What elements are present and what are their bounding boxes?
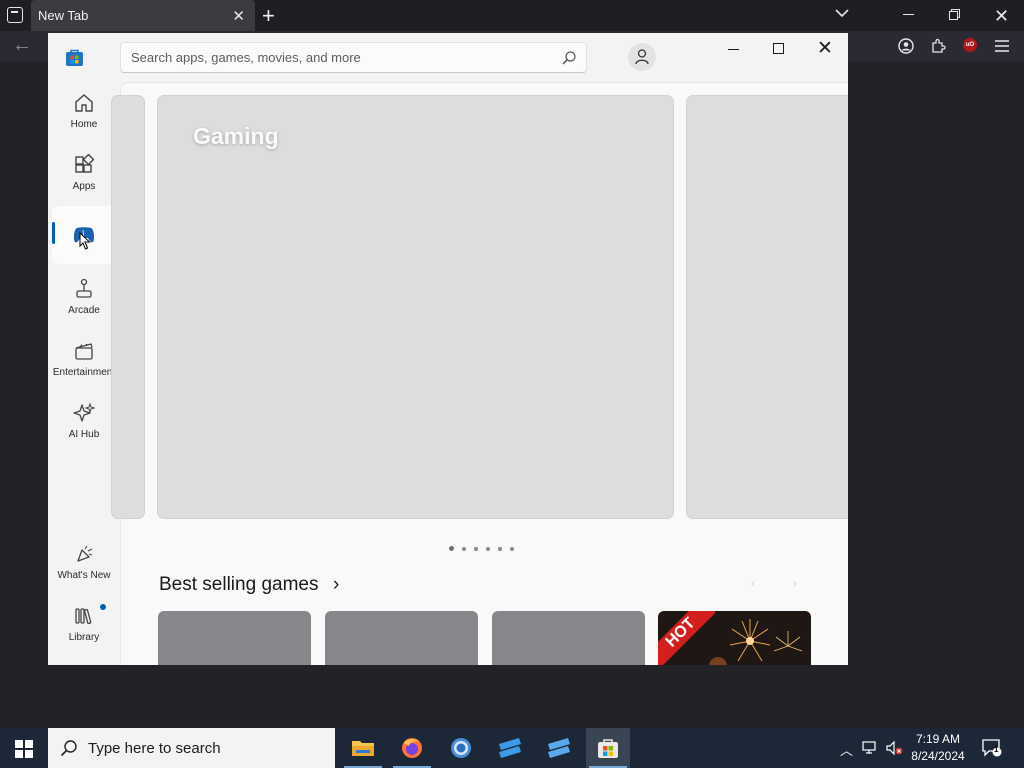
file-explorer-button[interactable]	[341, 728, 385, 768]
hero-card-previous[interactable]	[111, 95, 145, 519]
chrome-icon	[451, 738, 471, 758]
back-arrow-icon[interactable]: ←	[12, 34, 32, 57]
microsoft-store-logo-icon	[66, 49, 83, 66]
taskbar-clock[interactable]: 7:19 AM 8/24/2024	[908, 731, 968, 765]
microsoft-store-taskbar-button[interactable]	[586, 728, 630, 768]
store-close-button[interactable]: ✕	[817, 37, 833, 60]
clapperboard-icon	[75, 343, 93, 360]
file-explorer-icon	[352, 741, 374, 756]
sidebar-item-label: What's New	[57, 570, 111, 581]
sidebar-item-label: Apps	[72, 181, 96, 192]
taskbar-search-box[interactable]: Type here to search	[48, 728, 335, 768]
sidebar-item-label: Library	[68, 632, 100, 643]
game-card[interactable]	[158, 611, 311, 665]
home-icon	[75, 94, 93, 112]
network-icon[interactable]	[862, 741, 878, 755]
carousel-dot[interactable]	[462, 547, 466, 551]
sparkle-icon	[73, 402, 95, 422]
account-icon[interactable]	[898, 38, 914, 54]
notification-center-button[interactable]: 1	[982, 739, 1002, 757]
search-icon	[60, 740, 77, 757]
firefox-button[interactable]	[390, 728, 434, 768]
sidebar-item-ai-hub[interactable]: AI Hub	[52, 393, 116, 451]
carousel-dot[interactable]	[474, 547, 478, 551]
windows-start-icon[interactable]	[15, 740, 33, 758]
roblox-button[interactable]	[488, 728, 532, 768]
volume-muted-icon[interactable]	[886, 741, 904, 755]
joystick-icon	[76, 278, 92, 298]
person-icon	[635, 49, 649, 65]
sidebar-item-label: Home	[70, 119, 98, 130]
microsoft-store-window: ✕ Home Apps Arcade Entertainment AI Hub …	[48, 33, 848, 665]
game-card[interactable]: HOT	[658, 611, 811, 665]
search-icon[interactable]	[561, 50, 577, 66]
store-maximize-button[interactable]	[773, 43, 784, 54]
list-all-tabs-icon[interactable]	[835, 6, 849, 20]
tab-title: New Tab	[38, 8, 89, 23]
browser-minimize-button[interactable]	[903, 14, 914, 15]
apps-icon	[75, 154, 95, 173]
show-hidden-icons-chevron-icon[interactable]: ︿	[840, 740, 853, 759]
carousel-dot[interactable]	[510, 547, 514, 551]
notification-icon	[982, 739, 1002, 757]
tab-close-icon[interactable]: ✕	[232, 7, 245, 25]
hero-card-next[interactable]	[686, 95, 848, 519]
active-indicator	[52, 222, 55, 244]
library-update-badge	[100, 604, 106, 610]
sidebar-item-label: AI Hub	[68, 429, 100, 440]
scroll-right-button[interactable]: ›	[793, 576, 797, 590]
sidebar-item-whats-new[interactable]: What's New	[52, 534, 116, 592]
roblox-studio-button[interactable]	[537, 728, 581, 768]
clock-date: 8/24/2024	[911, 749, 965, 763]
sidebar-item-apps[interactable]: Apps	[52, 145, 116, 203]
game-card[interactable]	[325, 611, 478, 665]
store-minimize-button[interactable]	[728, 49, 739, 50]
taskbar-search-text: Type here to search	[88, 740, 221, 757]
tab-new-tab[interactable]: New Tab ✕	[31, 0, 255, 31]
app-menu-hamburger-icon[interactable]	[994, 38, 1010, 54]
tab-overview-icon[interactable]	[7, 7, 23, 23]
new-tab-button[interactable]: +	[262, 3, 275, 29]
firefox-icon	[402, 738, 422, 758]
library-books-icon	[75, 608, 92, 625]
ublock-origin-icon[interactable]: uO	[963, 38, 977, 52]
carousel-pagination	[449, 538, 522, 556]
best-selling-title[interactable]: Best selling games	[159, 574, 318, 596]
browser-tab-bar: New Tab ✕ + ✕	[0, 0, 1024, 31]
roblox-studio-icon	[548, 738, 570, 758]
sidebar-item-library[interactable]: Library	[52, 596, 116, 654]
sidebar-item-entertainment[interactable]: Entertainment	[52, 331, 116, 389]
browser-restore-button[interactable]	[949, 9, 960, 20]
carousel-dot[interactable]	[498, 547, 502, 551]
mouse-cursor-icon	[79, 232, 91, 250]
sidebar-item-gaming[interactable]	[52, 206, 116, 264]
extensions-puzzle-icon[interactable]	[930, 38, 946, 54]
sidebar-item-home[interactable]: Home	[52, 83, 116, 141]
store-search-box[interactable]	[120, 42, 587, 73]
windows-taskbar: Type here to search ︿ 7:19 AM 8/24/2024 …	[0, 728, 1024, 768]
party-popper-icon	[77, 545, 93, 562]
game-card[interactable]	[492, 611, 645, 665]
hero-card-gaming[interactable]: Gaming	[157, 95, 674, 519]
roblox-icon	[499, 738, 521, 758]
user-avatar-button[interactable]	[628, 43, 656, 71]
notification-count: 1	[994, 745, 999, 754]
carousel-dot[interactable]	[449, 546, 454, 551]
microsoft-store-icon	[598, 739, 618, 758]
browser-close-button[interactable]: ✕	[994, 6, 1009, 27]
sidebar-item-label: Entertainment	[52, 367, 116, 378]
clock-time: 7:19 AM	[915, 732, 961, 746]
carousel-dot[interactable]	[486, 547, 490, 551]
chevron-right-icon[interactable]: ›	[333, 574, 339, 596]
store-search-input[interactable]	[131, 50, 551, 65]
sidebar-item-label: Arcade	[68, 305, 100, 316]
scroll-left-button[interactable]: ‹	[751, 576, 755, 590]
sidebar-item-arcade[interactable]: Arcade	[52, 269, 116, 327]
chrome-button[interactable]	[439, 728, 483, 768]
hero-title: Gaming	[193, 123, 279, 149]
